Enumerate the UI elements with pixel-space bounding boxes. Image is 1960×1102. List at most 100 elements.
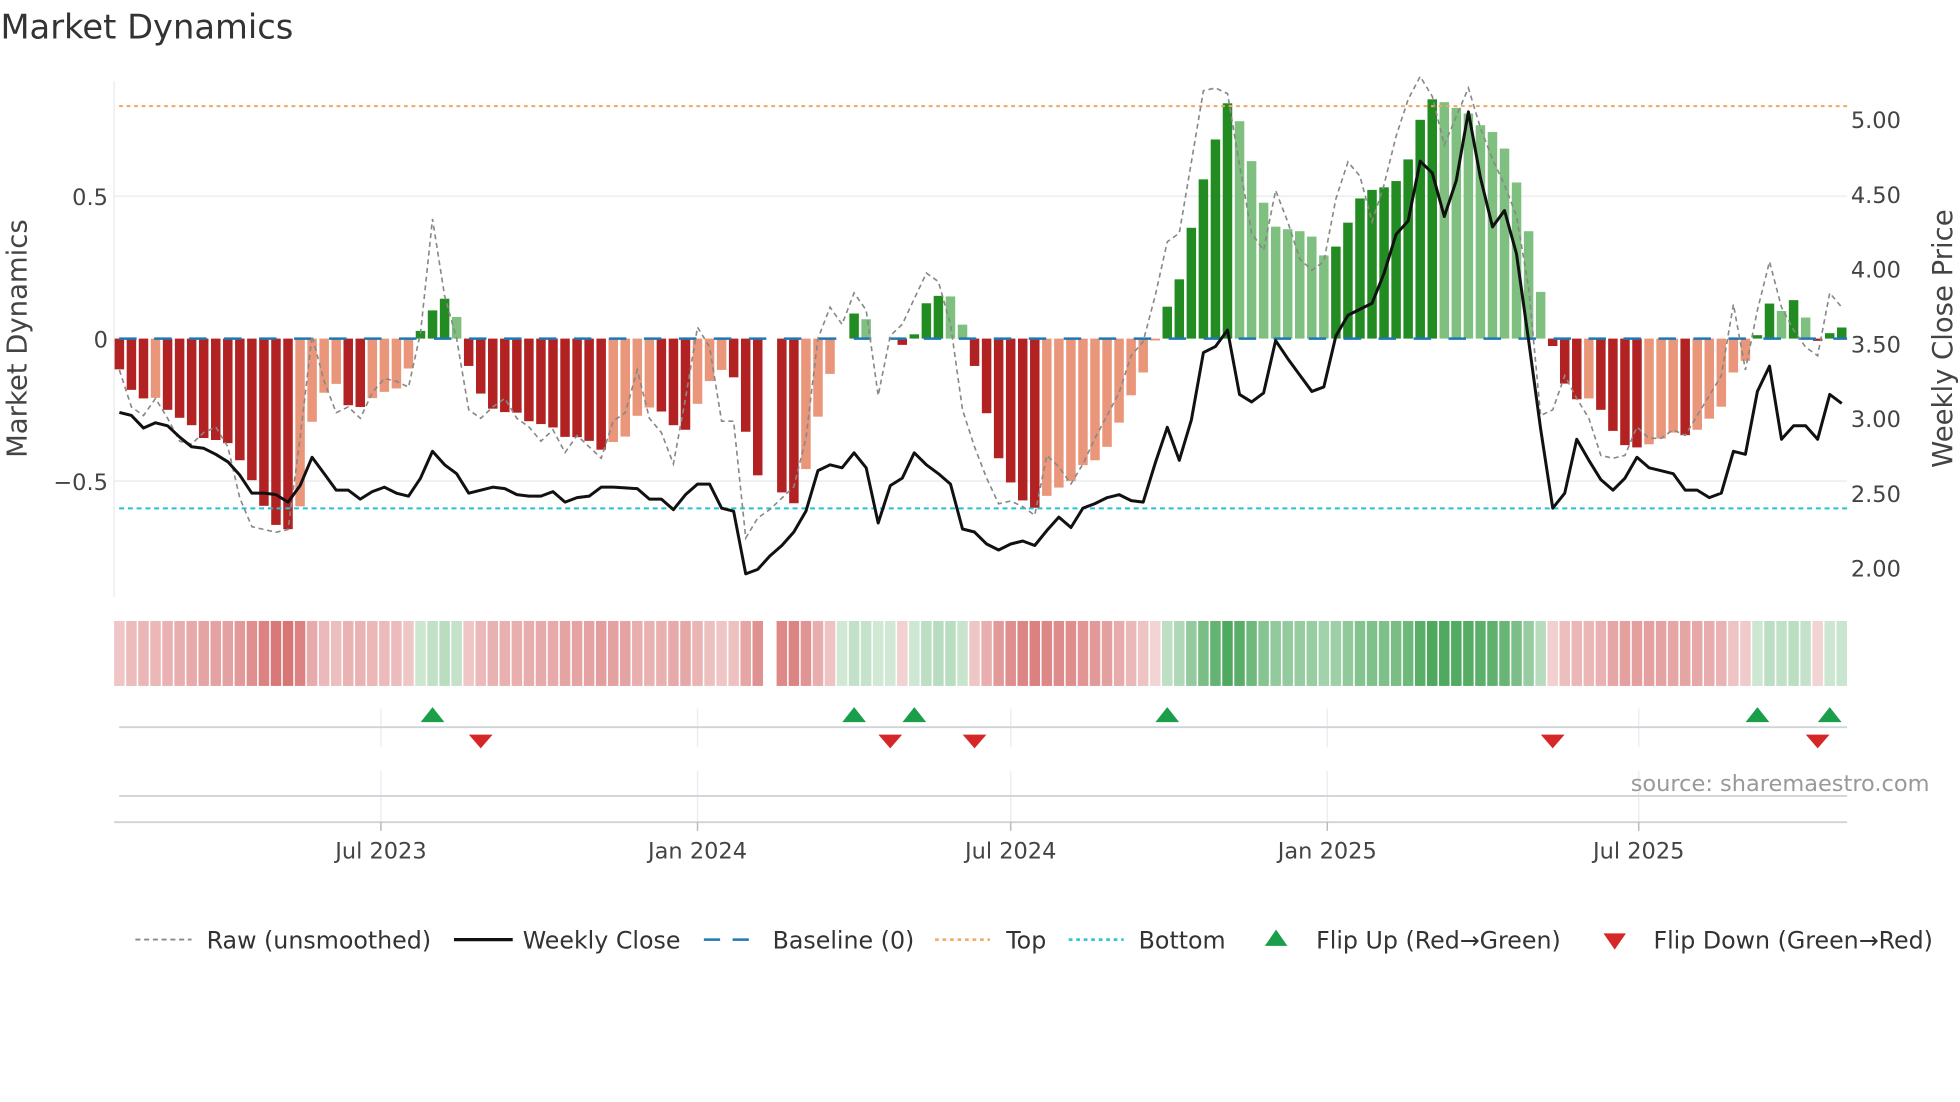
md-bar (1692, 338, 1702, 430)
strip-cell (1607, 620, 1619, 686)
md-bar (1234, 121, 1245, 339)
md-bar (1837, 327, 1847, 339)
legend-close-label: Weekly Close (523, 926, 681, 954)
md-bar (1258, 202, 1269, 339)
strip-cell (342, 620, 354, 686)
md-bar (825, 338, 835, 374)
md-bar (1788, 300, 1799, 339)
strip-cell (860, 620, 872, 686)
strip-cell (909, 620, 920, 686)
md-bar (572, 338, 582, 438)
strip-cell (1643, 620, 1655, 686)
strip-cell (1679, 620, 1691, 686)
strip-cell (1740, 620, 1751, 686)
legend-item-bottom: Bottom (1068, 926, 1226, 954)
strip-cell (680, 620, 691, 686)
strip-cell (1559, 620, 1570, 686)
strip-cell (1547, 620, 1558, 686)
md-bar (1017, 338, 1028, 501)
strip-cell (1137, 620, 1149, 686)
strip-cell (355, 620, 366, 686)
md-bar (1246, 161, 1257, 339)
strip-cell (318, 620, 330, 686)
md-bar (1295, 231, 1305, 339)
md-bar (1535, 291, 1546, 339)
md-bar (1078, 338, 1088, 466)
md-bar (921, 303, 932, 339)
md-bar (524, 338, 534, 422)
strip-cell (1595, 620, 1607, 686)
y2-tick-label: 4.00 (1851, 258, 1901, 284)
y2-tick-label: 3.00 (1851, 407, 1901, 433)
md-bar (1572, 338, 1582, 400)
md-bar (1439, 102, 1450, 339)
flip-down-marker (1540, 734, 1565, 749)
md-bar (1162, 306, 1173, 339)
strip-cell (126, 620, 137, 686)
strip-cell (1318, 620, 1330, 686)
strip-cell (1198, 620, 1209, 686)
strip-cell (1149, 620, 1161, 686)
strip-cell (1535, 620, 1546, 686)
md-bar (993, 338, 1004, 459)
strip-cell (1716, 620, 1727, 686)
reference-lines (119, 105, 1848, 510)
strip-cell (222, 620, 234, 686)
md-bar (331, 338, 341, 384)
strip-cell (535, 620, 547, 686)
strip-cell (1029, 620, 1041, 686)
strip-cell (1523, 620, 1534, 686)
heat-strip (114, 620, 1848, 686)
y-tick-label: 0 (94, 327, 108, 353)
strip-cell (1631, 620, 1643, 686)
strip-cell (282, 620, 294, 686)
strip-cell (656, 620, 667, 686)
md-bar (716, 338, 727, 370)
md-bar (1608, 338, 1618, 431)
md-bar (1042, 338, 1052, 496)
md-bar (1596, 338, 1606, 410)
strip-cell (1764, 620, 1775, 686)
md-bar (668, 338, 679, 426)
md-bar (138, 338, 149, 399)
md-bar (1487, 132, 1498, 339)
strip-cell (427, 620, 438, 686)
market-dynamics-chart: Market Dynamics 0.5 0 −0.5 5.00 4.50 4.00 3.5… (0, 8, 1959, 955)
strip-cell (1390, 620, 1402, 686)
md-bar (1427, 99, 1437, 339)
strip-cell (921, 620, 932, 686)
strip-cell (559, 620, 571, 686)
legend-raw-label: Raw (unsmoothed) (207, 926, 431, 954)
x-tick-label: Jul 2025 (1591, 838, 1684, 864)
strip-cell (415, 620, 426, 686)
flip-up-marker (1745, 707, 1770, 723)
strip-cell (1619, 620, 1631, 686)
vertical-gridlines (380, 708, 1640, 823)
strip-cell (836, 620, 848, 686)
md-bar (235, 338, 245, 461)
legend: Raw (unsmoothed) Weekly Close Baseline (… (135, 926, 1933, 954)
line-series (118, 74, 1843, 576)
md-bar (740, 338, 751, 432)
legend-item-flip-up: Flip Up (Red→Green) (1264, 926, 1561, 954)
md-bar (463, 338, 474, 366)
strip-cell (1113, 620, 1125, 686)
md-bar (1186, 227, 1197, 339)
strip-cell (1402, 620, 1414, 686)
md-bar (1270, 226, 1281, 339)
strip-cell (728, 620, 739, 686)
strip-cell (1101, 620, 1113, 686)
md-bar (813, 338, 823, 417)
strip-cell (1041, 620, 1053, 686)
md-bar (620, 338, 631, 437)
strip-cell (403, 620, 414, 686)
md-bar (1704, 338, 1715, 419)
strip-cell (1246, 620, 1257, 686)
legend-item-baseline: Baseline (0) (703, 926, 914, 954)
strip-cell (716, 620, 727, 686)
strip-cell (1414, 620, 1426, 686)
md-bar (777, 338, 787, 493)
flip-up-marker (842, 707, 866, 723)
strip-cell (210, 620, 221, 686)
x-tick-label: Jul 2023 (333, 838, 426, 864)
